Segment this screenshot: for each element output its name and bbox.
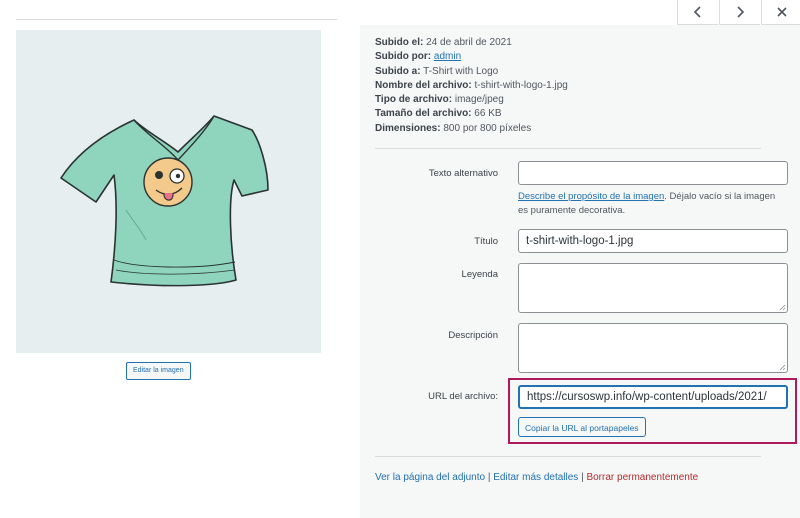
alt-text-input[interactable] [518,161,788,185]
uploaded-by-link[interactable]: admin [434,51,461,62]
description-label: Descripción [448,330,498,341]
previous-attachment-button[interactable] [677,0,718,25]
uploaded-on-value: 24 de abril de 2021 [426,37,512,48]
tshirt-image [60,115,269,287]
dimensions-value: 800 por 800 píxeles [443,122,532,134]
file-url-label: URL del archivo: [428,391,498,402]
caption-textarea[interactable] [518,263,788,313]
highlight-annotation [508,378,797,444]
delete-permanently-link[interactable]: Borrar permanentemente [586,472,698,483]
resize-handle-icon[interactable] [779,304,786,311]
alt-text-help: Describe el propósito de la imagen. Déja… [518,190,786,218]
title-input[interactable]: t-shirt-with-logo-1.jpg [518,229,788,253]
dimensions-label: Dimensiones: [375,122,441,134]
file-size-row: Tamaño del archivo: 66 KB [375,107,568,121]
divider [375,456,761,457]
alt-text-label: Texto alternativo [428,168,498,179]
alt-text-help-link[interactable]: Describe el propósito de la imagen [518,191,664,202]
close-icon [777,7,787,17]
view-attachment-link[interactable]: Ver la página del adjunto [375,472,485,483]
dimensions-row: Dimensiones: 800 por 800 píxeles [375,122,568,136]
file-details: Subido el: 24 de abril de 2021 Subido po… [375,36,568,136]
close-button[interactable] [761,0,800,25]
uploaded-to-value: T-Shirt with Logo [423,65,499,77]
uploaded-on-label: Subido el: [375,37,424,48]
file-type-row: Tipo de archivo: image/jpeg [375,93,568,107]
file-type-value: image/jpeg [454,94,504,106]
file-size-value: 66 KB [474,108,502,120]
divider [375,148,761,149]
edit-details-link[interactable]: Editar más detalles [493,472,578,483]
caption-label: Leyenda [461,269,498,280]
file-name-label: Nombre del archivo: [375,79,472,91]
uploaded-by-row: Subido por: admin [375,50,568,64]
attachment-actions: Ver la página del adjunto | Editar más d… [375,472,698,483]
chevron-left-icon [693,6,701,18]
title-label: Título [474,236,498,247]
uploaded-to-label: Subido a: [375,65,421,77]
uploaded-by-label: Subido por: [375,51,432,63]
attachment-preview-pane: Editar la imagen [0,0,338,518]
description-textarea[interactable] [518,323,788,373]
resize-handle-icon[interactable] [779,364,786,371]
next-attachment-button[interactable] [719,0,760,25]
attachment-image [16,30,321,353]
uploaded-on-row: Subido el: 24 de abril de 2021 [375,36,568,50]
file-type-label: Tipo de archivo: [375,94,453,106]
file-name-value: t-shirt-with-logo-1.jpg [474,79,568,91]
chevron-right-icon [737,6,745,18]
edit-image-button[interactable]: Editar la imagen [126,362,191,380]
uploaded-to-row: Subido a: T-Shirt with Logo [375,65,568,79]
divider [16,19,337,20]
modal-nav-bar [338,0,800,25]
file-size-label: Tamaño del archivo: [375,108,472,120]
file-name-row: Nombre del archivo: t-shirt-with-logo-1.… [375,79,568,93]
